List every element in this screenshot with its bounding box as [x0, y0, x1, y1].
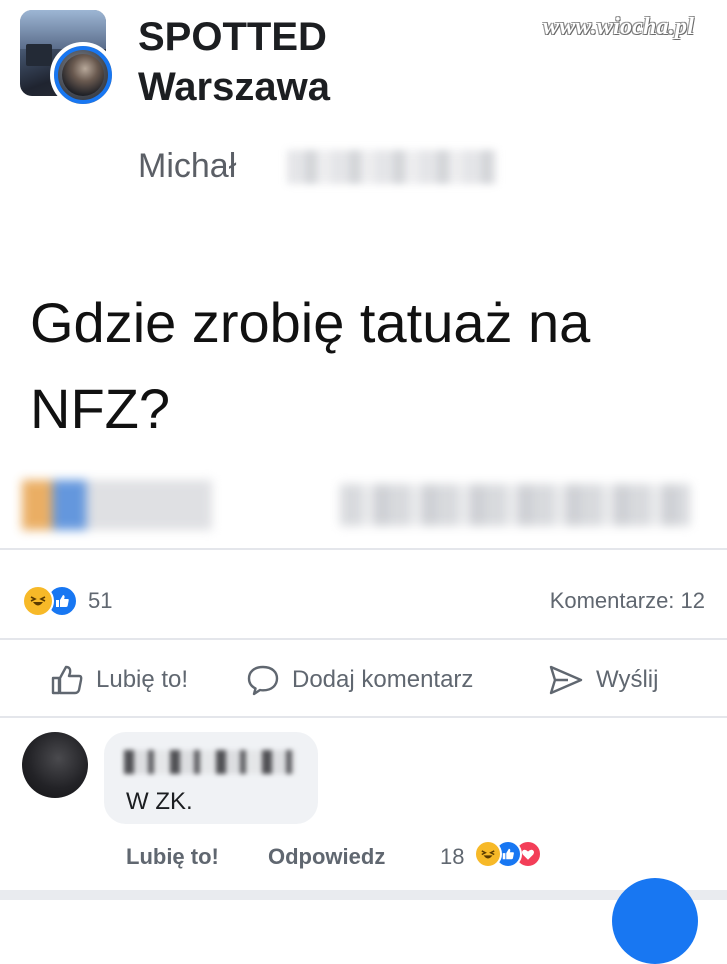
comments-count[interactable]: Komentarze: 12: [550, 588, 705, 614]
send-icon: [549, 665, 583, 695]
blurred-commenter-name: [124, 750, 296, 774]
comment-reaction-count: 18: [440, 844, 465, 869]
comment-button[interactable]: Dodaj komentarz: [246, 663, 473, 697]
comment-label: Dodaj komentarz: [292, 666, 474, 693]
haha-icon: [474, 840, 502, 868]
reaction-count: 51: [88, 588, 113, 613]
like-button[interactable]: Lubię to!: [50, 663, 188, 697]
divider: [0, 716, 727, 718]
haha-icon: [22, 585, 54, 617]
reactions-summary[interactable]: 51: [22, 585, 113, 617]
comment-text: W ZK.: [126, 788, 193, 815]
blurred-surname: [287, 150, 497, 184]
send-label: Wyślij: [596, 666, 659, 693]
blurred-comments: [340, 484, 690, 526]
group-name[interactable]: SPOTTED Warszawa: [138, 12, 330, 112]
divider: [0, 548, 727, 550]
post-text: Gdzie zrobię tatuaż na NFZ?: [30, 291, 591, 440]
action-bar: Lubię to! Dodaj komentarz Wyślij: [0, 650, 727, 710]
comment-reactions[interactable]: [474, 840, 542, 868]
author-name[interactable]: Michał: [138, 144, 236, 188]
thumbs-up-icon: [51, 665, 83, 695]
watermark: www.wiocha.pl: [543, 14, 695, 40]
comment-like-button[interactable]: Lubię to!: [126, 844, 219, 870]
comment-reply-button[interactable]: Odpowiedz: [268, 844, 385, 870]
speech-bubble-icon: [247, 665, 279, 696]
floating-action-button[interactable]: [612, 878, 698, 964]
blurred-reactions: [22, 480, 212, 530]
commenter-avatar[interactable]: [22, 732, 88, 798]
like-label: Lubię to!: [96, 666, 189, 693]
send-button[interactable]: Wyślij: [548, 663, 658, 697]
divider: [0, 638, 727, 640]
author-avatar[interactable]: [50, 42, 116, 108]
